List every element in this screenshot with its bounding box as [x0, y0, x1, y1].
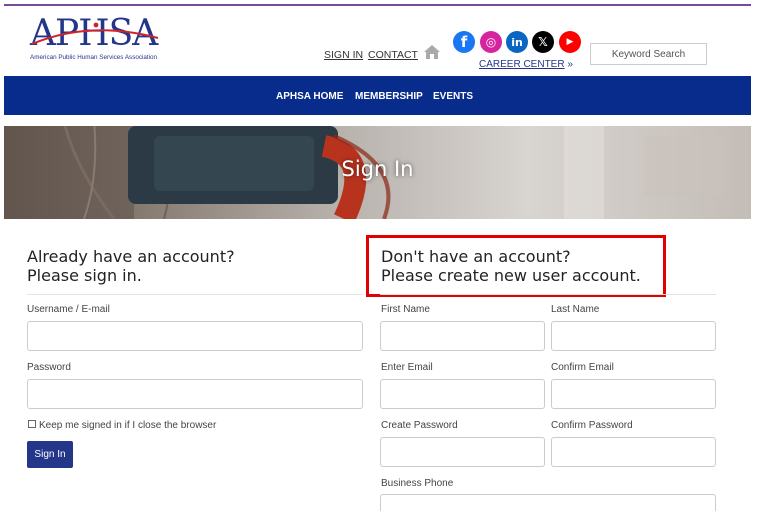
username-label: Username / E-mail: [27, 304, 110, 315]
last-name-input[interactable]: [551, 321, 716, 351]
confirm-password-label: Confirm Password: [551, 420, 633, 431]
logo-swoosh-icon: [31, 22, 159, 45]
page-title: Sign In: [341, 157, 414, 181]
youtube-icon[interactable]: ▶: [559, 31, 581, 53]
create-password-input[interactable]: [380, 437, 545, 467]
remember-me-checkbox[interactable]: [28, 420, 36, 428]
aphsa-logo[interactable]: APHSA American Public Human Services Ass…: [30, 14, 162, 66]
highlight-box: [366, 235, 666, 297]
remember-me-label: Keep me signed in if I close the browser: [39, 420, 217, 431]
register-divider: [380, 294, 716, 295]
signin-divider: [27, 294, 363, 295]
instagram-icon[interactable]: ◎: [480, 31, 502, 53]
sign-in-link[interactable]: SIGN IN: [324, 49, 363, 61]
search-input[interactable]: [590, 43, 707, 65]
nav-item-events[interactable]: EVENTS: [433, 91, 473, 102]
confirm-password-input[interactable]: [551, 437, 716, 467]
hero-banner: Sign In: [4, 126, 751, 219]
confirm-email-label: Confirm Email: [551, 362, 614, 373]
password-input[interactable]: [27, 379, 363, 409]
first-name-input[interactable]: [380, 321, 545, 351]
business-phone-input[interactable]: [380, 494, 716, 511]
last-name-label: Last Name: [551, 304, 600, 315]
main-nav: APHSA HOME MEMBERSHIP EVENTS: [4, 76, 751, 115]
nav-item-membership[interactable]: MEMBERSHIP: [355, 91, 423, 102]
first-name-label: First Name: [381, 304, 430, 315]
signin-heading-line1: Already have an account?: [27, 247, 235, 266]
username-input[interactable]: [27, 321, 363, 351]
top-accent-line: [4, 4, 751, 6]
career-center: CAREER CENTER »: [479, 59, 573, 70]
business-phone-label: Business Phone: [381, 478, 454, 489]
linkedin-icon[interactable]: in: [506, 31, 528, 53]
email-input[interactable]: [380, 379, 545, 409]
logo-subtitle: American Public Human Services Associati…: [30, 54, 158, 61]
signin-heading-line2: Please sign in.: [27, 266, 142, 285]
nav-item-home[interactable]: APHSA HOME: [276, 91, 343, 102]
facebook-icon[interactable]: f: [453, 31, 475, 53]
sign-in-button[interactable]: Sign In: [27, 441, 73, 468]
confirm-email-input[interactable]: [551, 379, 716, 409]
signin-heading: Already have an account? Please sign in.: [27, 247, 235, 285]
password-label: Password: [27, 362, 71, 373]
email-label: Enter Email: [381, 362, 433, 373]
x-icon[interactable]: 𝕏: [532, 31, 554, 53]
home-icon[interactable]: [423, 44, 441, 60]
create-password-label: Create Password: [381, 420, 458, 431]
career-center-link[interactable]: CAREER CENTER: [479, 59, 565, 70]
contact-link[interactable]: CONTACT: [368, 49, 418, 61]
career-center-arrow: »: [567, 59, 573, 70]
